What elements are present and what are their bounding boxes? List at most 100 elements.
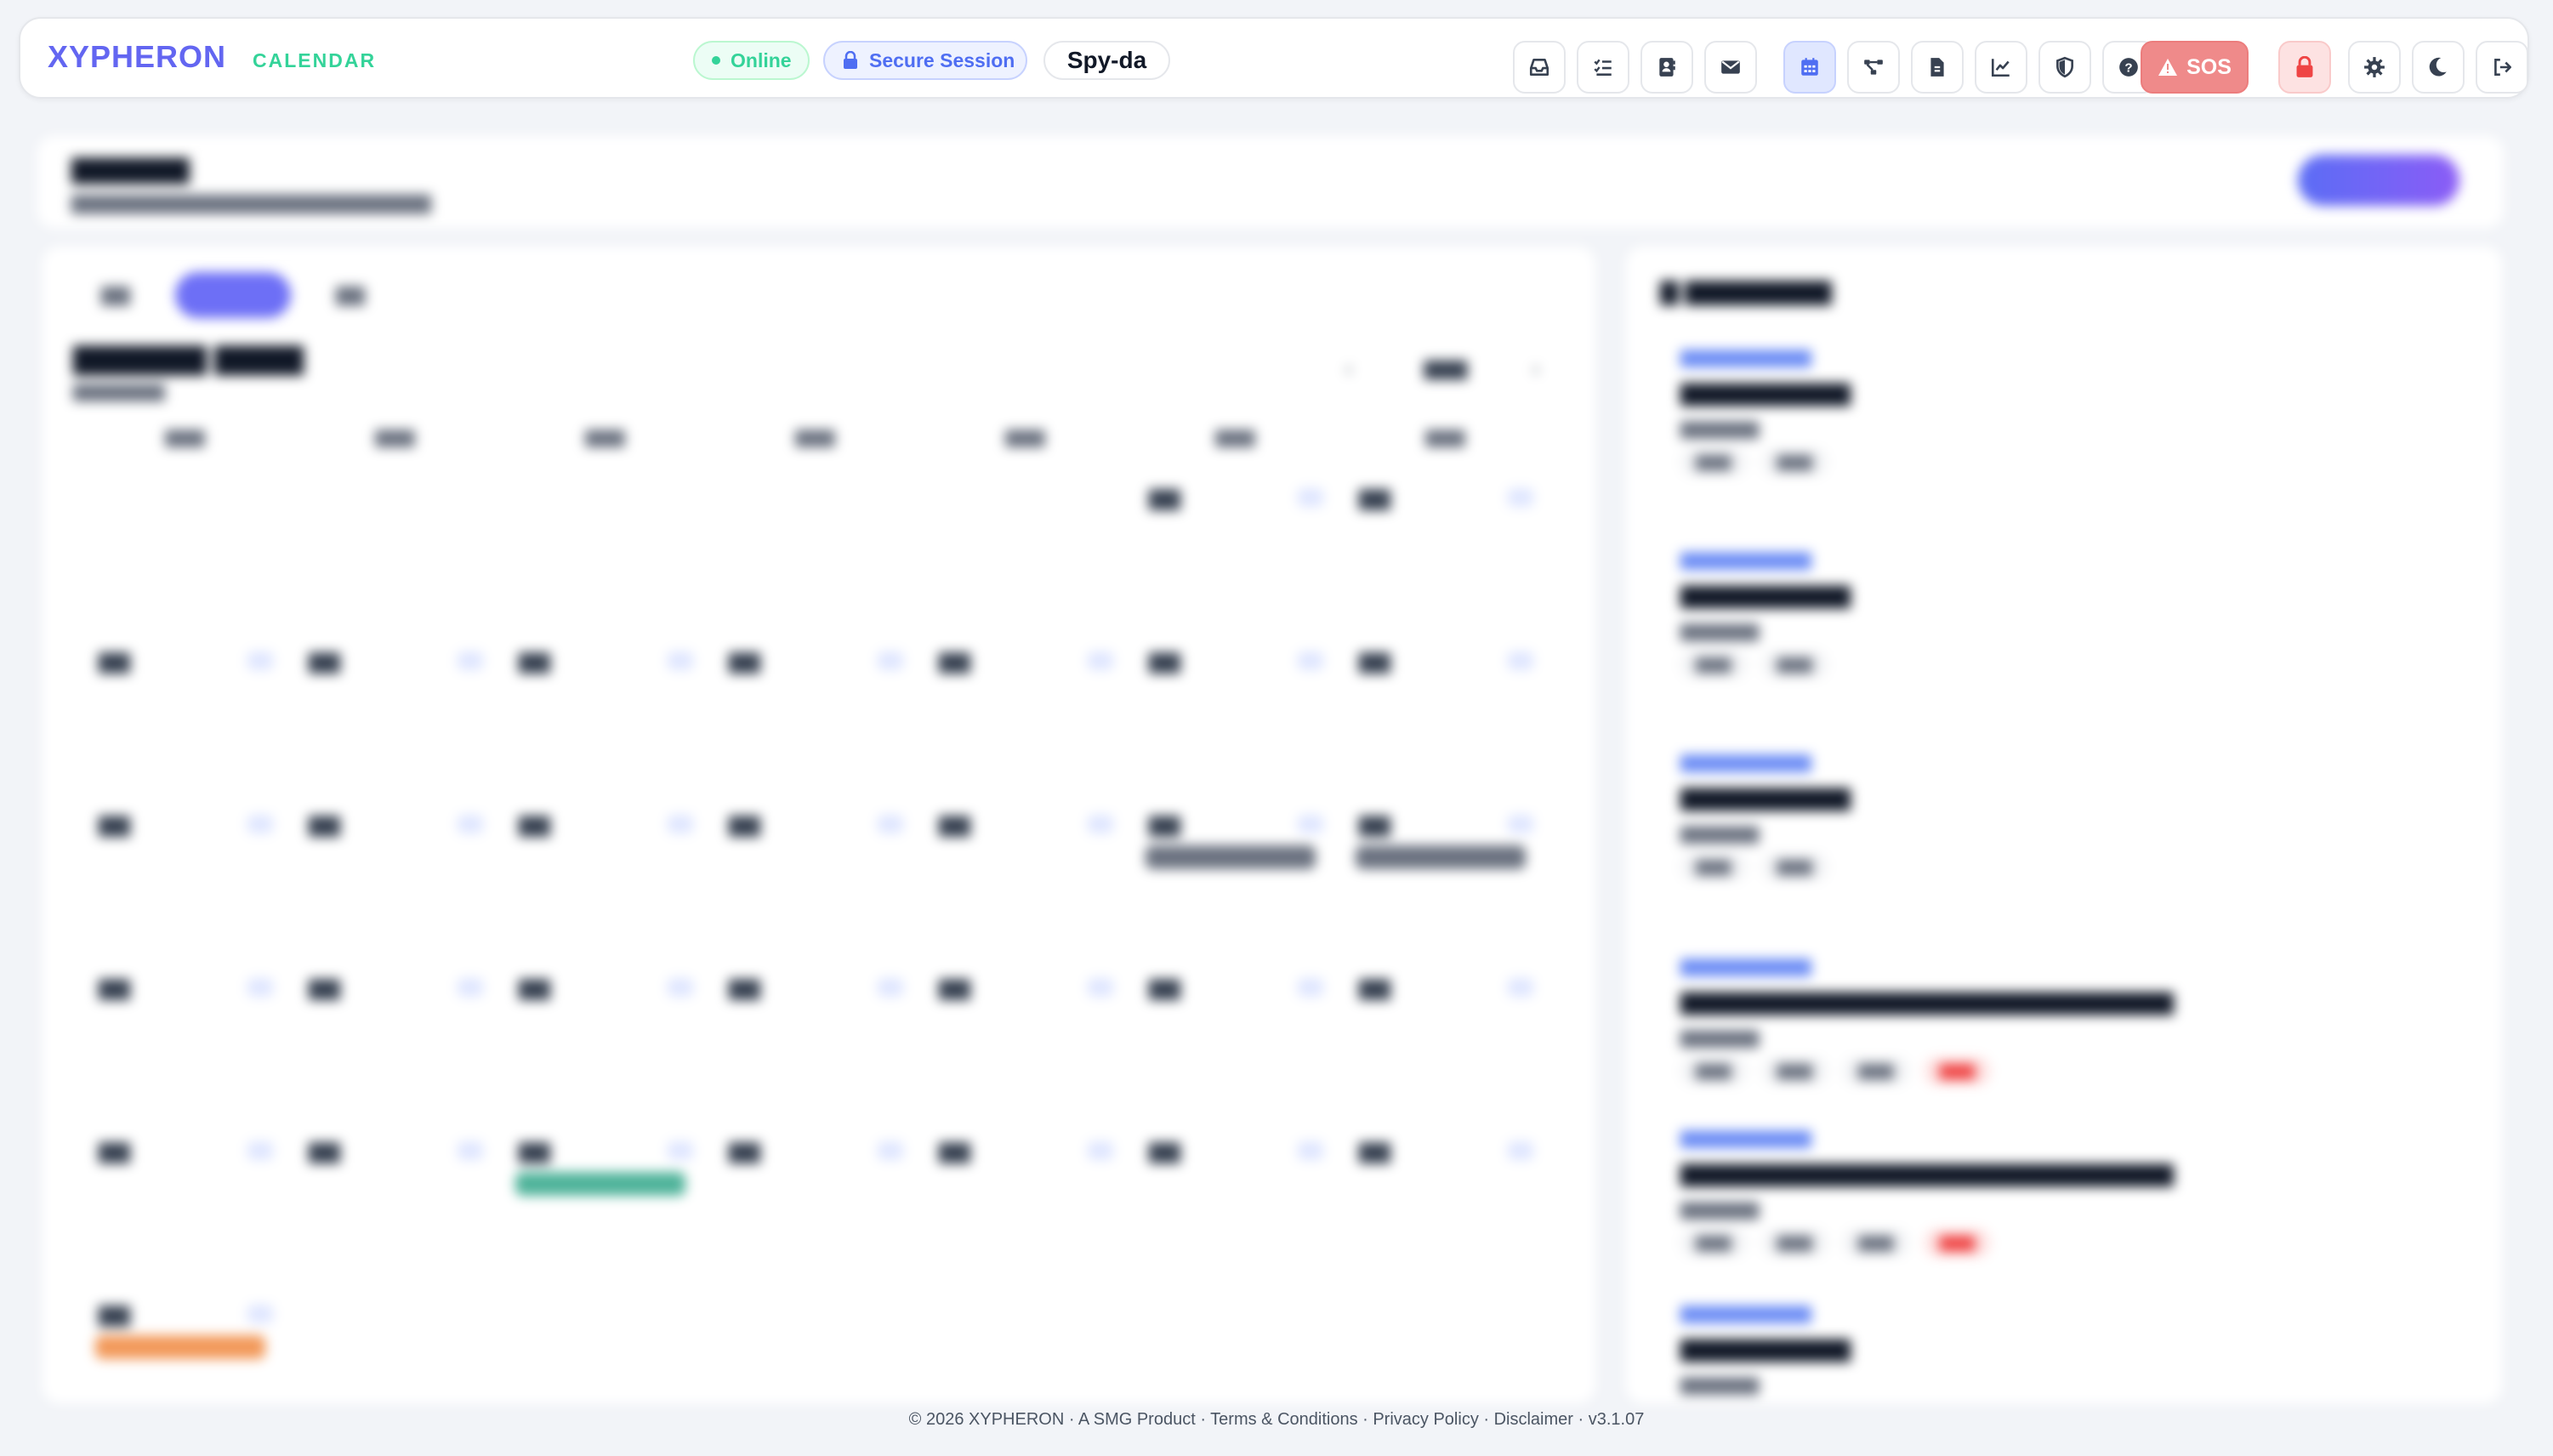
footer-text: © 2026 XYPHERON · A SMG Product · Terms … bbox=[908, 1410, 1645, 1429]
new-event-button bbox=[2298, 155, 2459, 206]
security-button[interactable] bbox=[2038, 41, 2091, 94]
day-number-placeholder: ▇▇ bbox=[729, 814, 760, 837]
day-number-placeholder: ▇▇ bbox=[309, 977, 340, 1000]
calendar-icon bbox=[1801, 58, 1818, 76]
add-event-chip bbox=[1508, 978, 1533, 997]
upcoming-name-placeholder: ▇▇▇▇▇▇▇▇▇▇▇▇▇▇▇▇▇▇▇▇▇▇▇▇▇▇▇▇▇ bbox=[1680, 989, 2174, 1015]
upcoming-meta-placeholder: ▇▇▇▇▇▇ bbox=[1680, 420, 1760, 439]
contacts-button[interactable] bbox=[1640, 41, 1693, 94]
day-number-placeholder: ▇▇ bbox=[1359, 977, 1390, 1000]
upcoming-tags: ▇▇▇ ▇▇▇ ▇▇▇ ▇▇▇ bbox=[1680, 1229, 2446, 1257]
upcoming-name-placeholder: ▇▇▇▇▇▇▇▇▇▇ bbox=[1680, 583, 1851, 608]
svg-text:?: ? bbox=[2124, 60, 2132, 75]
gear-icon bbox=[2364, 57, 2385, 77]
upcoming-item: ▇▇▇▇▇▇▇▇▇▇ ▇▇▇▇▇▇▇▇▇▇ ▇▇▇▇▇▇ ▇▇▇ ▇▇▇ bbox=[1680, 549, 2446, 679]
tasks-button[interactable] bbox=[1577, 41, 1629, 94]
add-event-chip bbox=[1088, 651, 1113, 670]
calendar-day-cell: ▇▇ bbox=[1340, 1129, 1550, 1293]
blurred-page-content: ▇▇▇▇▇▇ ▇▇▇▇▇▇▇▇▇▇▇▇▇▇▇▇▇▇▇▇▇▇▇▇▇ ▇▇ ▇▇ ▇… bbox=[0, 0, 2553, 1451]
upcoming-name-placeholder: ▇▇▇▇▇▇▇▇▇▇▇▇▇▇▇▇▇▇▇▇▇▇▇▇▇▇▇▇▇ bbox=[1680, 1161, 2174, 1186]
upcoming-item: ▇▇▇▇▇▇▇▇▇▇ ▇▇▇▇▇▇▇▇▇▇ ▇▇▇▇▇▇ ▇▇▇ ▇▇▇ bbox=[1680, 752, 2446, 881]
day-number-placeholder: ▇▇ bbox=[939, 1140, 970, 1163]
calendar-event-bar bbox=[1146, 845, 1316, 869]
upcoming-tag: ▇▇▇ bbox=[1761, 651, 1828, 679]
calendar-button[interactable] bbox=[1783, 41, 1836, 94]
upcoming-tag: ▇▇▇ bbox=[1680, 1057, 1747, 1085]
upcoming-tags: ▇▇▇ ▇▇▇ ▇▇▇ ▇▇▇ bbox=[1680, 1057, 2446, 1085]
sos-button[interactable]: SOS bbox=[2141, 41, 2249, 94]
day-number-placeholder: ▇▇ bbox=[519, 814, 550, 837]
calendar-day-cell: ▇▇ bbox=[1340, 966, 1550, 1129]
calendar-day-cell: ▇▇ bbox=[290, 1129, 500, 1293]
month-title-placeholder: ▇▇▇▇▇▇ ▇▇▇▇ bbox=[73, 343, 304, 375]
mail-button[interactable] bbox=[1704, 41, 1757, 94]
calendar-day-cell: ▇▇ bbox=[1340, 803, 1550, 966]
day-number-placeholder: ▇▇ bbox=[1359, 1140, 1390, 1163]
day-number-placeholder: ▇▇ bbox=[99, 651, 130, 674]
sos-label: SOS bbox=[2186, 54, 2232, 79]
online-dot-icon bbox=[712, 56, 720, 65]
day-number-placeholder: ▇▇ bbox=[99, 977, 130, 1000]
add-event-chip bbox=[668, 815, 693, 833]
mail-icon bbox=[1721, 60, 1740, 74]
add-event-chip bbox=[1088, 1141, 1113, 1160]
add-event-chip bbox=[458, 1141, 483, 1160]
upcoming-tags: ▇▇▇ ▇▇▇ bbox=[1680, 853, 2446, 881]
day-number-placeholder: ▇▇ bbox=[1149, 977, 1180, 1000]
inbox-button[interactable] bbox=[1513, 41, 1566, 94]
add-event-chip bbox=[247, 1141, 273, 1160]
upcoming-date-placeholder: ▇▇▇▇▇▇▇▇▇▇ bbox=[1680, 754, 1811, 772]
moon-icon bbox=[2429, 57, 2447, 77]
day-number-placeholder: ▇▇ bbox=[729, 1140, 760, 1163]
add-event-chip bbox=[878, 815, 903, 833]
upcoming-tag: ▇▇▇ bbox=[1761, 1229, 1828, 1257]
calendar-header-card: ▇▇▇▇▇▇ ▇▇▇▇▇▇▇▇▇▇▇▇▇▇▇▇▇▇▇▇▇▇▇▇▇ bbox=[37, 136, 2504, 228]
calendar-day-cell: ▇▇ bbox=[920, 966, 1130, 1129]
upcoming-tag: ▇▇▇ bbox=[1761, 853, 1828, 881]
calendar-day-cell: ▇▇ bbox=[1130, 966, 1340, 1129]
upcoming-meta-placeholder: ▇▇▇▇▇▇ bbox=[1680, 1029, 1760, 1048]
day-number-placeholder: ▇▇ bbox=[939, 977, 970, 1000]
user-name-badge[interactable]: Spy-da bbox=[1043, 41, 1170, 80]
theme-toggle-button[interactable] bbox=[2412, 41, 2465, 94]
add-event-chip bbox=[247, 978, 273, 997]
documents-button[interactable] bbox=[1911, 41, 1964, 94]
day-number-placeholder: ▇▇ bbox=[1359, 651, 1390, 674]
network-button[interactable] bbox=[1847, 41, 1900, 94]
calendar-day-cell: ▇▇ bbox=[710, 640, 920, 803]
day-number-placeholder: ▇▇ bbox=[1359, 487, 1390, 510]
calendar-day-cell: ▇▇ bbox=[500, 966, 710, 1129]
weekday-header: ▇▇▇ bbox=[165, 429, 205, 447]
add-event-chip bbox=[247, 815, 273, 833]
calendar-day-cell: ▇▇ bbox=[1340, 640, 1550, 803]
upcoming-item: ▇▇▇▇▇▇▇▇▇▇ ▇▇▇▇▇▇▇▇▇▇▇▇▇▇▇▇▇▇▇▇▇▇▇▇▇▇▇▇▇ ▇… bbox=[1680, 956, 2446, 1085]
upcoming-item: ▇▇▇▇▇▇▇▇▇▇ ▇▇▇▇▇▇▇▇▇▇ ▇▇▇▇▇▇ ▇▇▇ ▇▇▇ bbox=[1680, 347, 2446, 476]
add-event-chip bbox=[458, 651, 483, 670]
day-number-placeholder: ▇▇ bbox=[939, 651, 970, 674]
calendar-day-cell: ▇▇ bbox=[710, 966, 920, 1129]
calendar-day-cell: ▇▇ bbox=[290, 803, 500, 966]
today-button: ▇▇▇ bbox=[1424, 358, 1468, 379]
online-status-badge: Online bbox=[693, 41, 810, 80]
add-event-chip bbox=[1298, 978, 1323, 997]
day-number-placeholder: ▇▇ bbox=[1359, 814, 1390, 837]
brand-logo[interactable]: XYPHERON bbox=[48, 39, 226, 75]
weekday-header: ▇▇▇ bbox=[795, 429, 835, 447]
logout-button[interactable] bbox=[2476, 41, 2528, 94]
calendar-day-cell: ▇▇ bbox=[1130, 803, 1340, 966]
warning-icon bbox=[2158, 59, 2178, 76]
settings-button[interactable] bbox=[2348, 41, 2401, 94]
add-event-chip bbox=[1508, 488, 1533, 507]
upcoming-tag: ▇▇▇ bbox=[1843, 1229, 1909, 1257]
lock-icon bbox=[844, 51, 857, 69]
upcoming-item: ▇▇▇▇▇▇▇▇▇▇ ▇▇▇▇▇▇▇▇▇▇▇▇▇▇▇▇▇▇▇▇▇▇▇▇▇▇▇▇▇ ▇… bbox=[1680, 1128, 2446, 1257]
analytics-button[interactable] bbox=[1975, 41, 2027, 94]
network-icon bbox=[1864, 60, 1883, 75]
calendar-card: ▇▇ ▇▇ ▇▇▇▇▇▇ ▇▇▇▇ ▇▇▇▇▇▇▇ ‹ ▇▇▇ › ▇▇▇ ▇▇▇… bbox=[43, 247, 1595, 1403]
lock-screen-button[interactable] bbox=[2278, 41, 2331, 94]
document-icon bbox=[1930, 58, 1944, 77]
calendar-day-cell: ▇▇ bbox=[1130, 640, 1340, 803]
add-event-chip bbox=[1298, 1141, 1323, 1160]
day-number-placeholder: ▇▇ bbox=[99, 1304, 130, 1327]
upcoming-tags: ▇▇▇ ▇▇▇ bbox=[1680, 448, 2446, 476]
